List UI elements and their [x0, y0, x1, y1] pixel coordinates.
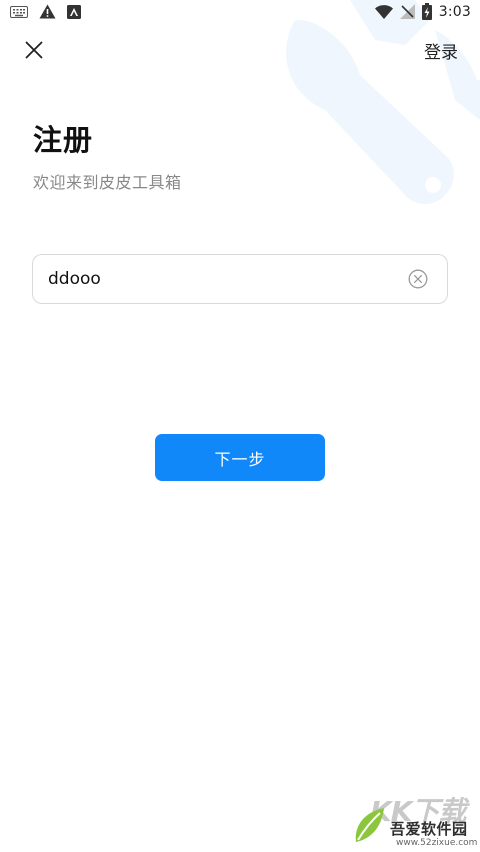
warning-icon — [39, 4, 56, 19]
page-subtitle: 欢迎来到皮皮工具箱 — [33, 173, 182, 192]
app-notification-icon — [67, 4, 81, 19]
status-left — [10, 4, 81, 19]
status-right: 3:03 — [374, 3, 471, 20]
login-link[interactable]: 登录 — [424, 38, 458, 63]
next-step-button[interactable]: 下一步 — [155, 434, 325, 481]
close-icon — [25, 41, 43, 59]
clear-input-button[interactable] — [407, 268, 429, 290]
username-field — [32, 254, 448, 304]
battery-charging-icon — [421, 3, 432, 20]
page-title: 注册 — [33, 123, 94, 157]
status-bar: 3:03 — [0, 0, 480, 26]
watermark-brand: 吾爱软件园 — [390, 820, 468, 838]
clear-circle-icon — [408, 269, 428, 289]
watermark-url: www.52zixue.com — [396, 838, 478, 848]
register-screen: 3:03 登录 注册 欢迎来到皮皮工具箱 下一步 KK下载 吾爱软件园 www.… — [0, 0, 480, 852]
wrench-watermark-icon — [286, 0, 480, 204]
status-time: 3:03 — [438, 3, 471, 20]
leaf-logo-icon — [355, 808, 384, 842]
username-input[interactable] — [33, 255, 407, 303]
close-button[interactable] — [20, 36, 48, 64]
no-signal-icon — [399, 4, 415, 19]
wifi-icon — [374, 4, 393, 19]
keyboard-icon — [10, 5, 28, 18]
corner-watermark: KK下载 吾爱软件园 www.52zixue.com — [352, 790, 480, 852]
